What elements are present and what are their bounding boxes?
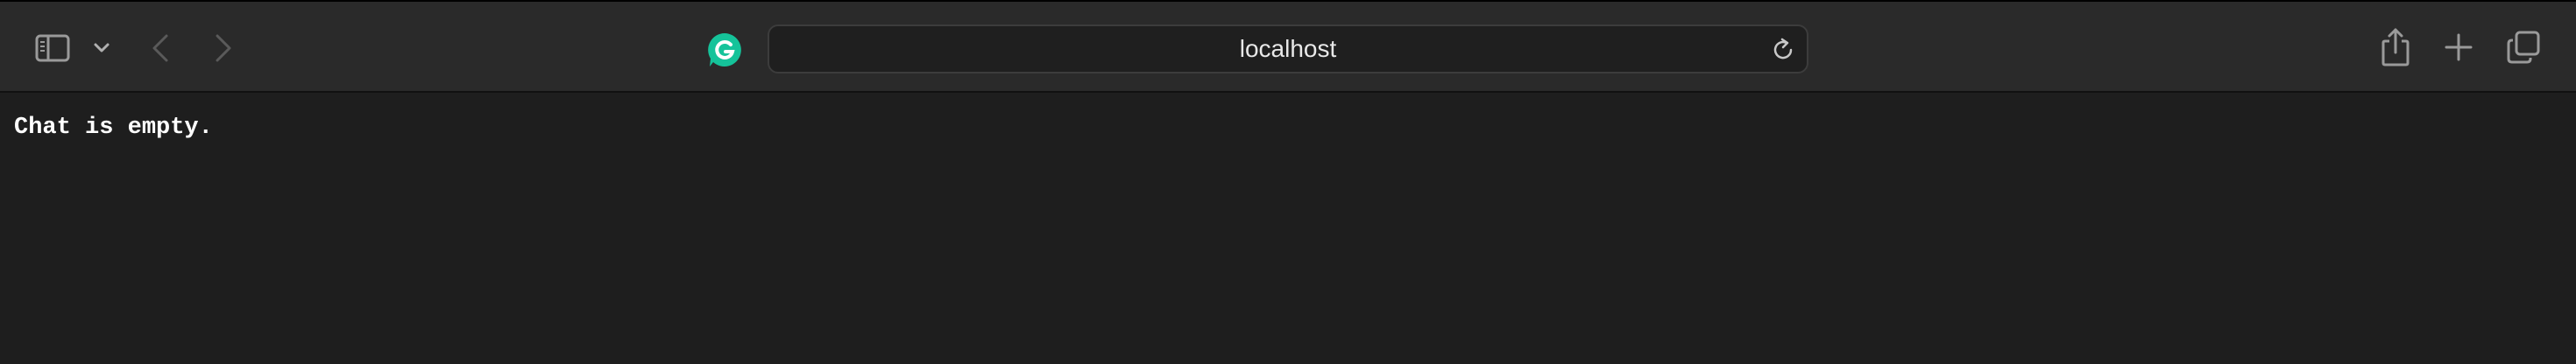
page-content: Chat is empty. — [0, 93, 2576, 364]
address-url[interactable]: localhost — [769, 26, 1807, 72]
back-icon[interactable] — [149, 31, 173, 66]
address-bar[interactable]: localhost — [768, 24, 1808, 74]
grammarly-icon[interactable] — [706, 32, 743, 68]
tabs-overview-icon[interactable] — [2506, 30, 2541, 65]
sidebar-icon[interactable] — [35, 31, 70, 66]
plus-icon[interactable] — [2443, 32, 2474, 63]
chevron-down-icon[interactable] — [93, 37, 110, 60]
empty-chat-message: Chat is empty. — [14, 115, 213, 141]
browser-toolbar: localhost — [0, 0, 2576, 93]
forward-icon[interactable] — [210, 31, 235, 66]
reload-icon[interactable] — [1770, 37, 1796, 63]
share-icon[interactable] — [2378, 26, 2413, 68]
